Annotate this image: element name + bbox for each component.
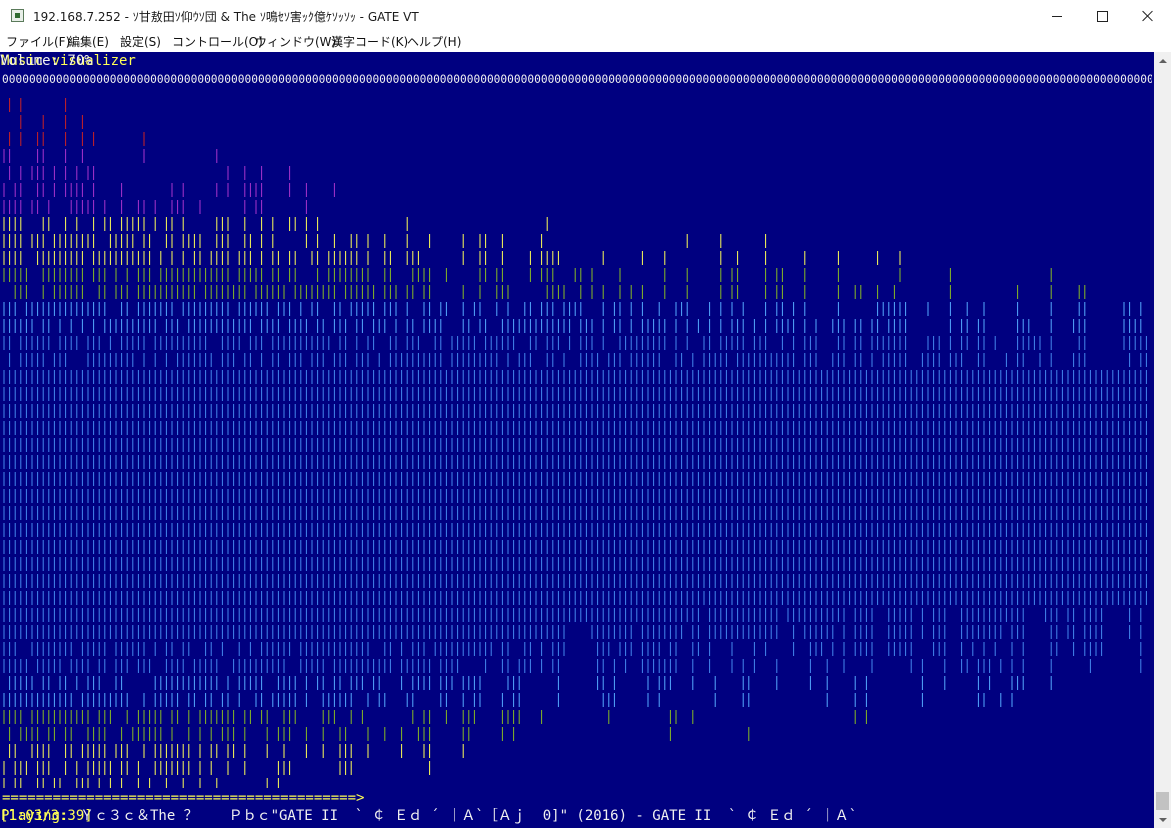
zero-row: 0000000000000000000000000000000000000000… [2,73,1152,86]
menu-kanji-code[interactable]: 漢字コード(K) [331,34,408,50]
scroll-up-button[interactable] [1154,52,1171,69]
vertical-scrollbar[interactable] [1154,52,1171,828]
menu-settings[interactable]: 設定(S) [120,34,161,50]
minimize-icon [1052,15,1062,17]
scroll-down-arrow-icon [1158,817,1167,822]
close-icon [1142,10,1154,22]
title-bar: 192.168.7.252 - ｿ甘敖田ｿ仰ｳｿ団 & The ｿ鳴ｾｿ害ｯｸ億… [0,0,1171,33]
scroll-up-arrow-icon [1158,58,1167,63]
maximize-button[interactable] [1079,0,1125,32]
progress-bar: ========================================… [2,790,365,806]
window-title: 192.168.7.252 - ｿ甘敖田ｿ仰ｳｿ団 & The ｿ鳴ｾｿ害ｯｸ億… [33,10,419,24]
menu-bar: ファイル(F) 編集(E) 設定(S) コントロール(O) ウィンドウ(W) 漢… [0,32,1171,52]
menu-window[interactable]: ウィンドウ(W) [255,34,336,50]
maximize-icon [1096,10,1108,22]
playback-time: [1:03/3:39] [0,808,93,824]
scroll-thumb[interactable] [1156,792,1169,810]
menu-edit[interactable]: 編集(E) [68,34,109,50]
minimize-button[interactable] [1034,0,1080,32]
menu-help[interactable]: ヘルプ(H) [407,34,461,50]
scroll-down-button[interactable] [1154,811,1171,828]
terminal-app-icon[interactable] [11,9,24,22]
menu-control[interactable]: コントロール(O) [172,34,263,50]
close-button[interactable] [1125,0,1171,32]
spectrum-visualizer [3,98,1147,788]
terminal-screen[interactable]: Music visualizer Volume: 70% 00000000000… [0,52,1154,828]
volume-readout: Volume: 70% [0,53,93,69]
menu-file[interactable]: ファイル(F) [6,34,70,50]
